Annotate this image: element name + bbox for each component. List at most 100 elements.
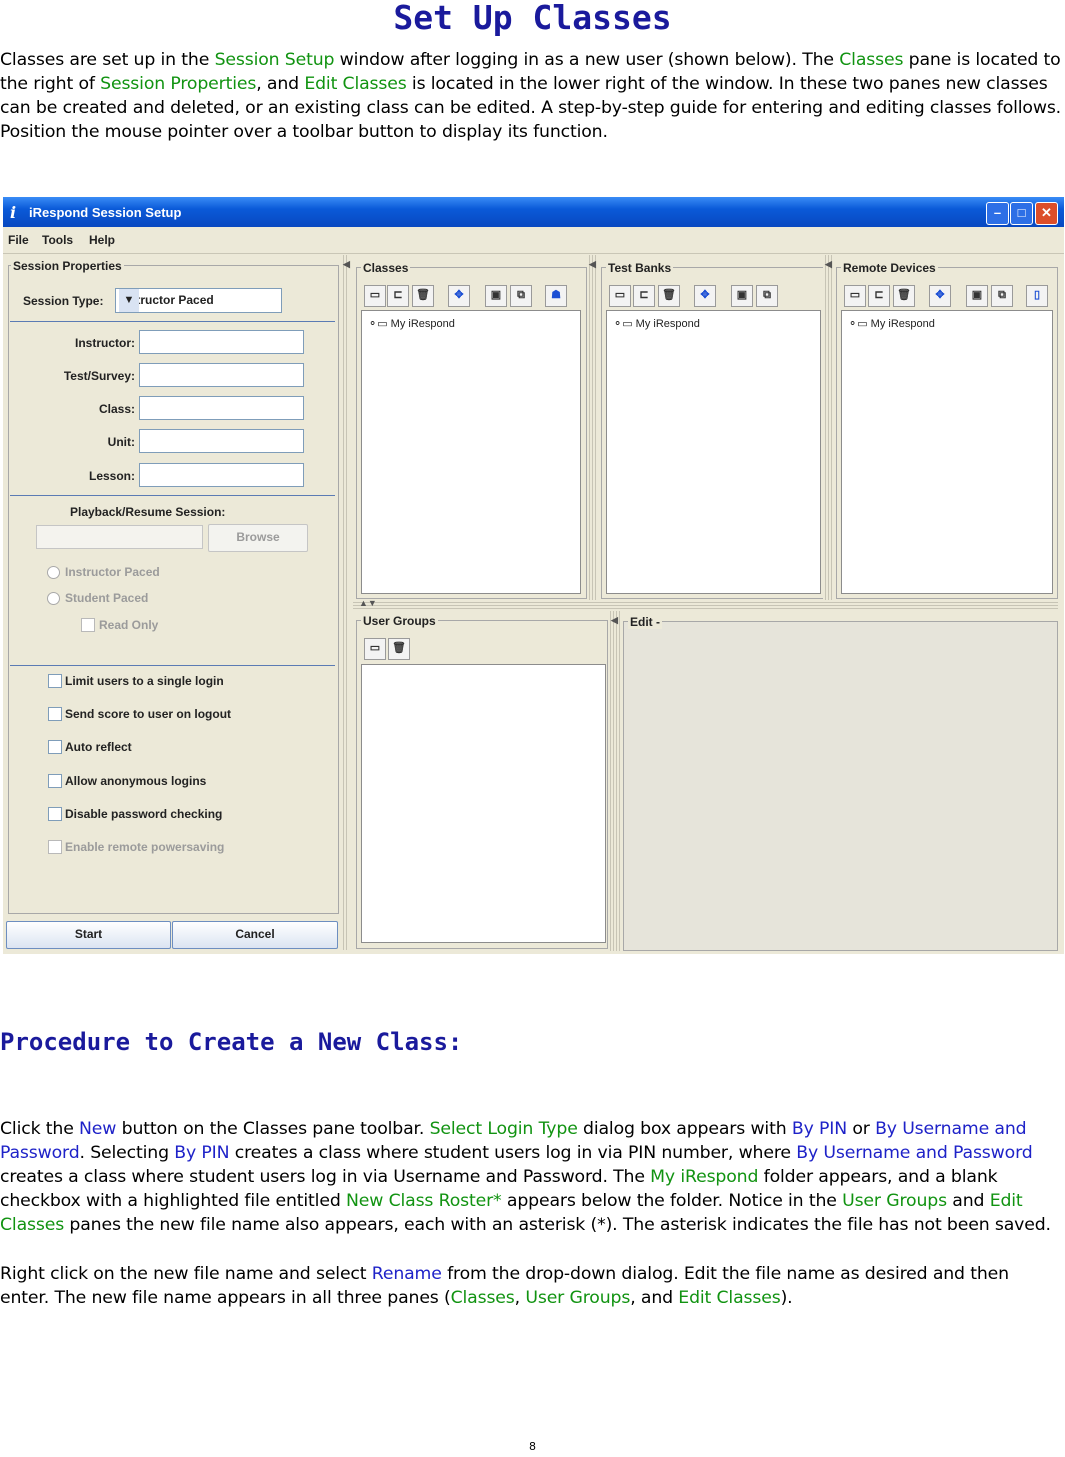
collapse-left-icon[interactable]: ◀ [611,615,618,626]
save-icon[interactable]: ▣ [731,285,753,307]
pane-splitter[interactable] [587,255,597,605]
save-as-icon[interactable]: ⧉ [510,285,532,307]
document-title: Set Up Classes [393,0,672,37]
text-run: dialog box appears with [577,1119,792,1139]
radio-instructor-paced-label: Instructor Paced [65,565,160,579]
divider [10,495,335,496]
text-run: appears below the folder. Notice in the [501,1191,843,1211]
test-survey-label: Test/Survey: [63,369,135,383]
collapse-left-icon[interactable]: ◀ [825,259,832,270]
edit-pane-label: Edit - [628,615,662,629]
save-icon[interactable]: ▣ [485,285,507,307]
horizontal-splitter[interactable] [353,600,1058,609]
read-only-label: Read Only [99,618,159,632]
radio-student-paced-label: Student Paced [65,591,149,605]
radio-instructor-paced[interactable] [47,566,60,579]
collapse-up-icon[interactable]: ▲▼ [359,598,377,608]
pane-splitter[interactable] [608,611,620,951]
new-icon[interactable]: ▭ [609,285,631,307]
text-run: , and [256,74,305,94]
test-survey-field[interactable] [139,363,304,387]
start-button[interactable]: Start [6,921,171,949]
radio-student-paced[interactable] [47,592,60,605]
auto-reflect-checkbox[interactable] [48,740,62,754]
lesson-field[interactable] [139,463,304,487]
delete-icon[interactable]: 🗑 [893,285,915,307]
classes-tree[interactable]: ⚬▭ My iRespond [361,310,581,594]
collapse-left-icon[interactable]: ◀ [589,259,596,270]
highlighted-term: Rename [371,1264,442,1284]
delete-icon[interactable]: 🗑 [388,638,410,660]
procedure-heading: Procedure to Create a New Class: [0,1028,463,1056]
menu-help[interactable]: Help [89,233,115,247]
chevron-down-icon[interactable]: ▼ [119,289,139,312]
user-groups-toolbar: ▭ 🗑 [361,638,441,660]
unit-label: Unit: [107,435,135,449]
highlighted-term: Session Setup [214,50,335,70]
divider [10,665,335,666]
main-splitter[interactable] [341,255,349,950]
text-run: . Selecting [79,1143,175,1163]
tree-item-label: My iRespond [635,318,700,330]
text-run: , and [630,1288,679,1308]
class-label: Class: [98,402,135,416]
save-as-icon[interactable]: ⧉ [756,285,778,307]
open-icon[interactable]: ⊏ [633,285,655,307]
open-icon[interactable]: ⊏ [387,285,409,307]
browse-button[interactable]: Browse [208,524,308,552]
new-icon[interactable]: ▭ [844,285,866,307]
maximize-icon[interactable]: □ [1010,202,1033,225]
disable-password-checkbox[interactable] [48,807,62,821]
limit-single-login-checkbox[interactable] [48,674,62,688]
move-icon[interactable]: ✥ [929,285,951,307]
minimize-icon[interactable]: – [986,202,1009,225]
text-run: or [846,1119,876,1139]
text-run: creates a class where student users log … [229,1143,797,1163]
menu-file[interactable]: File [8,233,29,247]
class-field[interactable] [139,396,304,420]
unit-field[interactable] [139,429,304,453]
playback-label: Playback/Resume Session: [70,505,226,519]
instructor-label: Instructor: [75,336,135,350]
remote-powersaving-checkbox[interactable] [48,840,62,854]
delete-icon[interactable]: 🗑 [412,285,434,307]
divider [10,321,335,322]
text-run: Right click on the new file name and sel… [0,1264,372,1284]
remote-devices-pane-label: Remote Devices [841,261,938,275]
read-only-checkbox[interactable] [81,618,95,632]
text-run: Click the [0,1119,80,1139]
page-number: 8 [529,1440,536,1453]
auto-reflect-label: Auto reflect [65,740,132,754]
menu-tools[interactable]: Tools [42,233,73,247]
open-icon[interactable]: ⊏ [868,285,890,307]
instructor-field[interactable] [139,330,304,354]
collapse-left-icon[interactable]: ◀ [343,259,350,270]
tree-item-label: My iRespond [390,318,455,330]
tree-item-my-irespond[interactable]: ⚬▭ My iRespond [848,317,935,330]
remote-devices-tree[interactable]: ⚬▭ My iRespond [841,310,1053,594]
new-class-icon[interactable]: ▭ [364,285,386,307]
tree-item-my-irespond[interactable]: ⚬▭ My iRespond [368,317,455,330]
test-banks-tree[interactable]: ⚬▭ My iRespond [606,310,821,594]
playback-path-field[interactable] [36,525,203,549]
move-icon[interactable]: ✥ [448,285,470,307]
save-as-icon[interactable]: ⧉ [991,285,1013,307]
user-groups-list[interactable] [361,664,606,943]
new-group-icon[interactable]: ▭ [364,638,386,660]
session-properties-label: Session Properties [11,259,124,273]
app-icon: i [10,203,17,222]
save-icon[interactable]: ▣ [966,285,988,307]
session-type-select[interactable]: Instructor Paced ▼ [115,288,282,313]
move-icon[interactable]: ✥ [694,285,716,307]
tree-item-my-irespond[interactable]: ⚬▭ My iRespond [613,317,700,330]
send-score-checkbox[interactable] [48,707,62,721]
users-icon[interactable]: ☗ [545,285,567,307]
highlighted-term: Session Properties [100,74,257,94]
cancel-button[interactable]: Cancel [172,921,338,949]
text-run: ). [780,1288,793,1308]
delete-icon[interactable]: 🗑 [658,285,680,307]
anonymous-logins-checkbox[interactable] [48,774,62,788]
pane-splitter[interactable] [823,255,833,605]
close-icon[interactable]: ✕ [1035,202,1058,225]
device-icon[interactable]: ▯ [1026,285,1048,307]
